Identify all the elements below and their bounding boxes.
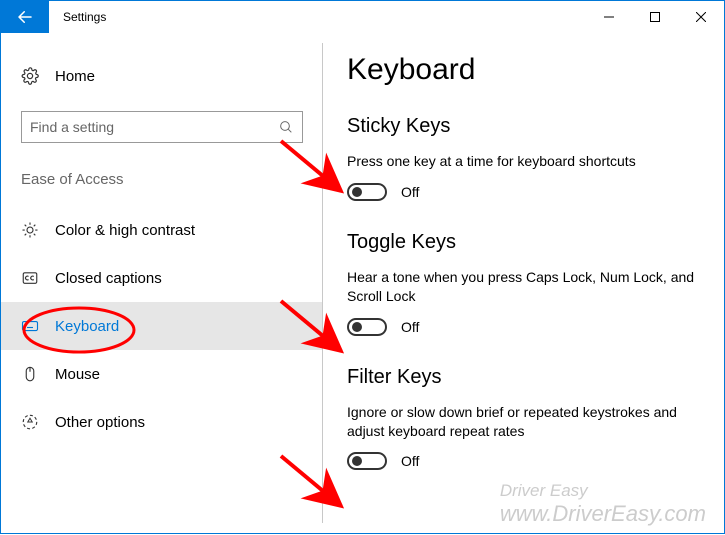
sidebar-item-closed-captions[interactable]: Closed captions bbox=[1, 254, 323, 302]
sidebar-item-color-contrast[interactable]: Color & high contrast bbox=[1, 206, 323, 254]
sidebar-item-keyboard[interactable]: Keyboard bbox=[1, 302, 323, 350]
section-sticky-keys: Sticky Keys Press one key at a time for … bbox=[347, 115, 700, 201]
window-controls bbox=[586, 1, 724, 33]
vertical-divider bbox=[322, 43, 323, 523]
toggle-state-label: Off bbox=[401, 453, 419, 469]
sidebar-item-label: Mouse bbox=[55, 366, 100, 383]
maximize-button[interactable] bbox=[632, 1, 678, 33]
section-description: Ignore or slow down brief or repeated ke… bbox=[347, 403, 700, 441]
toggle-switch-icon bbox=[347, 183, 387, 201]
sidebar-item-other-options[interactable]: Other options bbox=[1, 398, 323, 446]
home-label: Home bbox=[55, 68, 95, 85]
toggle-switch-icon bbox=[347, 452, 387, 470]
sidebar-group-header: Ease of Access bbox=[1, 171, 323, 188]
toggle-keys-toggle[interactable]: Off bbox=[347, 318, 700, 336]
search-box[interactable] bbox=[21, 111, 303, 143]
page-title: Keyboard bbox=[347, 53, 700, 87]
toggle-switch-icon bbox=[347, 318, 387, 336]
sidebar-item-label: Keyboard bbox=[55, 318, 119, 335]
section-toggle-keys: Toggle Keys Hear a tone when you press C… bbox=[347, 231, 700, 336]
gear-icon bbox=[21, 67, 39, 85]
search-input[interactable] bbox=[30, 119, 278, 135]
toggle-state-label: Off bbox=[401, 184, 419, 200]
section-title: Toggle Keys bbox=[347, 231, 700, 254]
minimize-button[interactable] bbox=[586, 1, 632, 33]
keyboard-icon bbox=[21, 317, 39, 335]
window-title: Settings bbox=[49, 1, 106, 33]
brightness-icon bbox=[21, 221, 39, 239]
search-icon bbox=[278, 119, 294, 135]
minimize-icon bbox=[604, 12, 614, 22]
maximize-icon bbox=[650, 12, 660, 22]
section-description: Hear a tone when you press Caps Lock, Nu… bbox=[347, 268, 700, 306]
main-panel: Keyboard Sticky Keys Press one key at a … bbox=[323, 33, 724, 533]
section-title: Sticky Keys bbox=[347, 115, 700, 138]
filter-keys-toggle[interactable]: Off bbox=[347, 452, 700, 470]
sidebar: Home Ease of Access Color & high contras… bbox=[1, 33, 323, 533]
section-description: Press one key at a time for keyboard sho… bbox=[347, 152, 700, 171]
sidebar-item-label: Closed captions bbox=[55, 270, 162, 287]
section-filter-keys: Filter Keys Ignore or slow down brief or… bbox=[347, 366, 700, 471]
titlebar: Settings bbox=[1, 1, 724, 33]
sidebar-item-mouse[interactable]: Mouse bbox=[1, 350, 323, 398]
sidebar-item-label: Color & high contrast bbox=[55, 222, 195, 239]
back-button[interactable] bbox=[1, 1, 49, 33]
sidebar-item-label: Other options bbox=[55, 414, 145, 431]
close-icon bbox=[696, 12, 706, 22]
home-nav[interactable]: Home bbox=[1, 59, 323, 93]
close-button[interactable] bbox=[678, 1, 724, 33]
sticky-keys-toggle[interactable]: Off bbox=[347, 183, 700, 201]
other-icon bbox=[21, 413, 39, 431]
arrow-left-icon bbox=[16, 8, 34, 26]
captions-icon bbox=[21, 269, 39, 287]
toggle-state-label: Off bbox=[401, 319, 419, 335]
mouse-icon bbox=[21, 365, 39, 383]
section-title: Filter Keys bbox=[347, 366, 700, 389]
